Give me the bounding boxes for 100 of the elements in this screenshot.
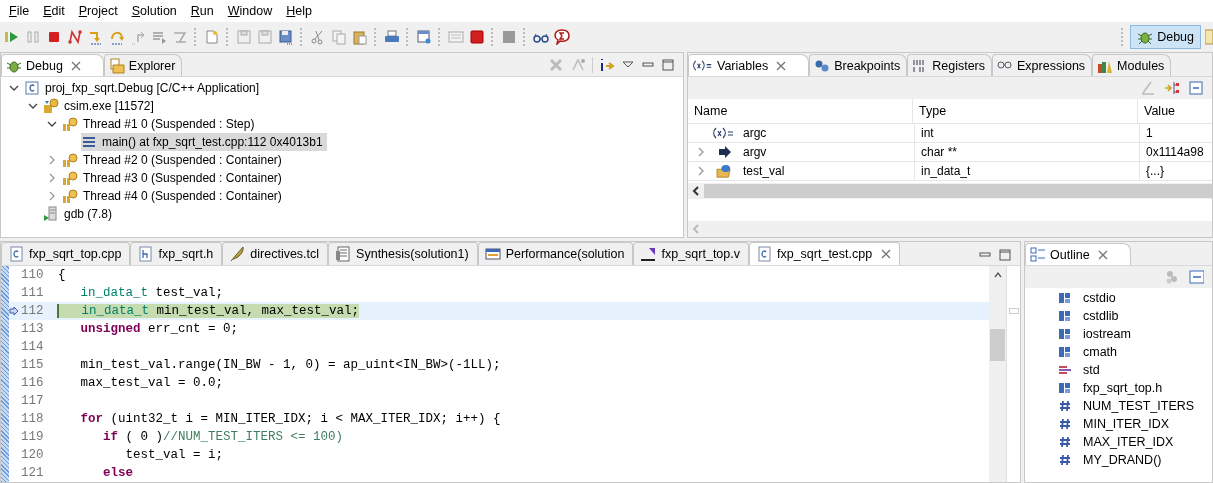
- disconnect-icon[interactable]: [67, 29, 83, 46]
- scrollbar[interactable]: [688, 183, 1212, 200]
- thread-icon: [62, 116, 78, 133]
- thread-icon: [62, 152, 78, 169]
- editor-tab[interactable]: fxp_sqrt_top.v: [633, 242, 749, 265]
- view-tab[interactable]: Registers: [907, 54, 992, 77]
- menu-item[interactable]: Run: [183, 4, 221, 19]
- tree-item[interactable]: Thread #1 0 (Suspended : Step): [62, 115, 259, 134]
- outline-item[interactable]: MAX_ITER_IDX: [1083, 435, 1174, 449]
- include-icon: [1058, 381, 1072, 395]
- tree-item[interactable]: csim.exe [11572]: [43, 97, 158, 116]
- window-icon[interactable]: [416, 29, 432, 46]
- outline-item[interactable]: cstdio: [1083, 291, 1116, 305]
- c-file-icon: [756, 246, 772, 262]
- view-tab[interactable]: Variables: [688, 54, 810, 77]
- view-tab[interactable]: Debug: [1, 54, 104, 77]
- editor-tab[interactable]: fxp_sqrt_top.cpp: [1, 242, 131, 265]
- new-file-icon[interactable]: [204, 29, 220, 46]
- collapse-all-icon[interactable]: [1188, 80, 1204, 97]
- close-icon[interactable]: [70, 60, 81, 71]
- menu-item[interactable]: Window: [220, 4, 280, 19]
- hash-icon: [1058, 453, 1072, 467]
- step-return-icon[interactable]: [130, 29, 146, 46]
- console-icon[interactable]: [448, 29, 464, 46]
- scissors-icon[interactable]: [310, 29, 326, 46]
- menu-item[interactable]: Project: [71, 4, 125, 19]
- stop-icon[interactable]: [501, 29, 517, 46]
- step-filter-icon[interactable]: [599, 57, 615, 74]
- scrollbar[interactable]: [688, 221, 1212, 237]
- outline-item[interactable]: cmath: [1083, 345, 1118, 359]
- editor-tab[interactable]: Performance(solution: [477, 242, 634, 265]
- line-number: 113: [20, 322, 45, 336]
- line-number: 115: [20, 358, 45, 372]
- outline-item[interactable]: MIN_ITER_IDX: [1083, 417, 1170, 431]
- folder-icon: [108, 57, 125, 74]
- menu-item[interactable]: Help: [279, 4, 319, 19]
- outline-item[interactable]: std: [1083, 363, 1100, 377]
- editor-tab[interactable]: fxp_sqrt.h: [130, 242, 223, 265]
- table-cell-text: 1: [1145, 125, 1154, 143]
- table-cell-text: 0x1114a98: [1145, 144, 1205, 162]
- menu-item[interactable]: File: [2, 4, 37, 19]
- tree-item[interactable]: proj_fxp_sqrt.Debug [C/C++ Application]: [24, 79, 264, 98]
- view-tab[interactable]: Modules: [1092, 54, 1172, 77]
- outline-item[interactable]: NUM_TEST_ITERS: [1083, 399, 1195, 413]
- tree-item[interactable]: main() at fxp_sqrt_test.cpp:112 0x4013b1: [81, 133, 327, 152]
- scrollbar[interactable]: [989, 266, 1006, 482]
- stop-icon[interactable]: [469, 29, 485, 46]
- column-header[interactable]: Name: [688, 99, 913, 124]
- scrollbar-thumb[interactable]: [990, 329, 1005, 361]
- c-file-icon: [24, 80, 40, 97]
- tree-item[interactable]: gdb (7.8): [43, 205, 117, 224]
- view-tab[interactable]: Explorer: [103, 54, 183, 77]
- code-line: in_data_t test_val;: [79, 286, 224, 300]
- menu-item[interactable]: Solution: [124, 4, 184, 19]
- view-tab[interactable]: Expressions: [992, 54, 1093, 77]
- line-number: 121: [20, 466, 45, 480]
- view-tab[interactable]: Outline: [1025, 243, 1131, 265]
- maximize-icon[interactable]: [661, 58, 675, 73]
- save-icon[interactable]: [236, 29, 252, 46]
- hide-fields-icon[interactable]: [1164, 269, 1180, 285]
- maximize-icon[interactable]: [998, 248, 1012, 262]
- save-all-icon[interactable]: [257, 29, 273, 46]
- collapse-tree-icon[interactable]: [1164, 80, 1180, 97]
- instruction-pointer-icon: [9, 306, 19, 316]
- outline-item[interactable]: cstdlib: [1083, 309, 1119, 323]
- close-icon[interactable]: [881, 249, 892, 259]
- perspective-button[interactable]: Debug: [1130, 25, 1201, 50]
- hash-icon: [1058, 399, 1072, 413]
- copy-icon[interactable]: [331, 29, 347, 46]
- save-as-icon[interactable]: [278, 29, 294, 46]
- pause-icon[interactable]: [25, 29, 41, 46]
- paste-icon[interactable]: [352, 29, 368, 46]
- tree-item[interactable]: Thread #2 0 (Suspended : Container): [62, 151, 286, 170]
- outline-item[interactable]: iostream: [1083, 327, 1131, 341]
- close-icon[interactable]: [1097, 249, 1108, 260]
- perspective-icon[interactable]: [1205, 29, 1213, 46]
- view-tab[interactable]: Breakpoints: [809, 54, 908, 77]
- code-line: {: [57, 268, 66, 282]
- step-into-icon[interactable]: [88, 29, 104, 46]
- remove-icon[interactable]: [548, 57, 564, 74]
- close-icon[interactable]: [776, 60, 787, 71]
- tree-item[interactable]: Thread #4 0 (Suspended : Container): [62, 187, 286, 206]
- line-number: 111: [20, 286, 45, 300]
- speech-bubble-icon[interactable]: [554, 29, 570, 46]
- outline-item[interactable]: MY_DRAND(): [1083, 453, 1162, 467]
- editor-tab[interactable]: directives.tcl: [222, 242, 329, 265]
- instruction-step-icon[interactable]: [172, 29, 188, 46]
- column-header[interactable]: Value: [1138, 99, 1212, 124]
- tree-item[interactable]: Thread #3 0 (Suspended : Container): [62, 169, 286, 188]
- drop-frame-icon[interactable]: [151, 29, 167, 46]
- column-header[interactable]: Type: [913, 99, 1138, 124]
- report-icon: [335, 246, 352, 262]
- outline-item[interactable]: fxp_sqrt_top.h: [1083, 381, 1163, 395]
- menu-item[interactable]: Edit: [36, 4, 72, 19]
- code-line: max_test_val = 0.0;: [79, 376, 224, 390]
- step-over-icon[interactable]: [109, 29, 125, 46]
- table-cell: char **: [915, 143, 1140, 162]
- editor-tab[interactable]: Synthesis(solution1): [328, 242, 478, 265]
- collapse-all-icon[interactable]: [1188, 269, 1204, 285]
- editor-tab[interactable]: fxp_sqrt_test.cpp: [749, 242, 901, 265]
